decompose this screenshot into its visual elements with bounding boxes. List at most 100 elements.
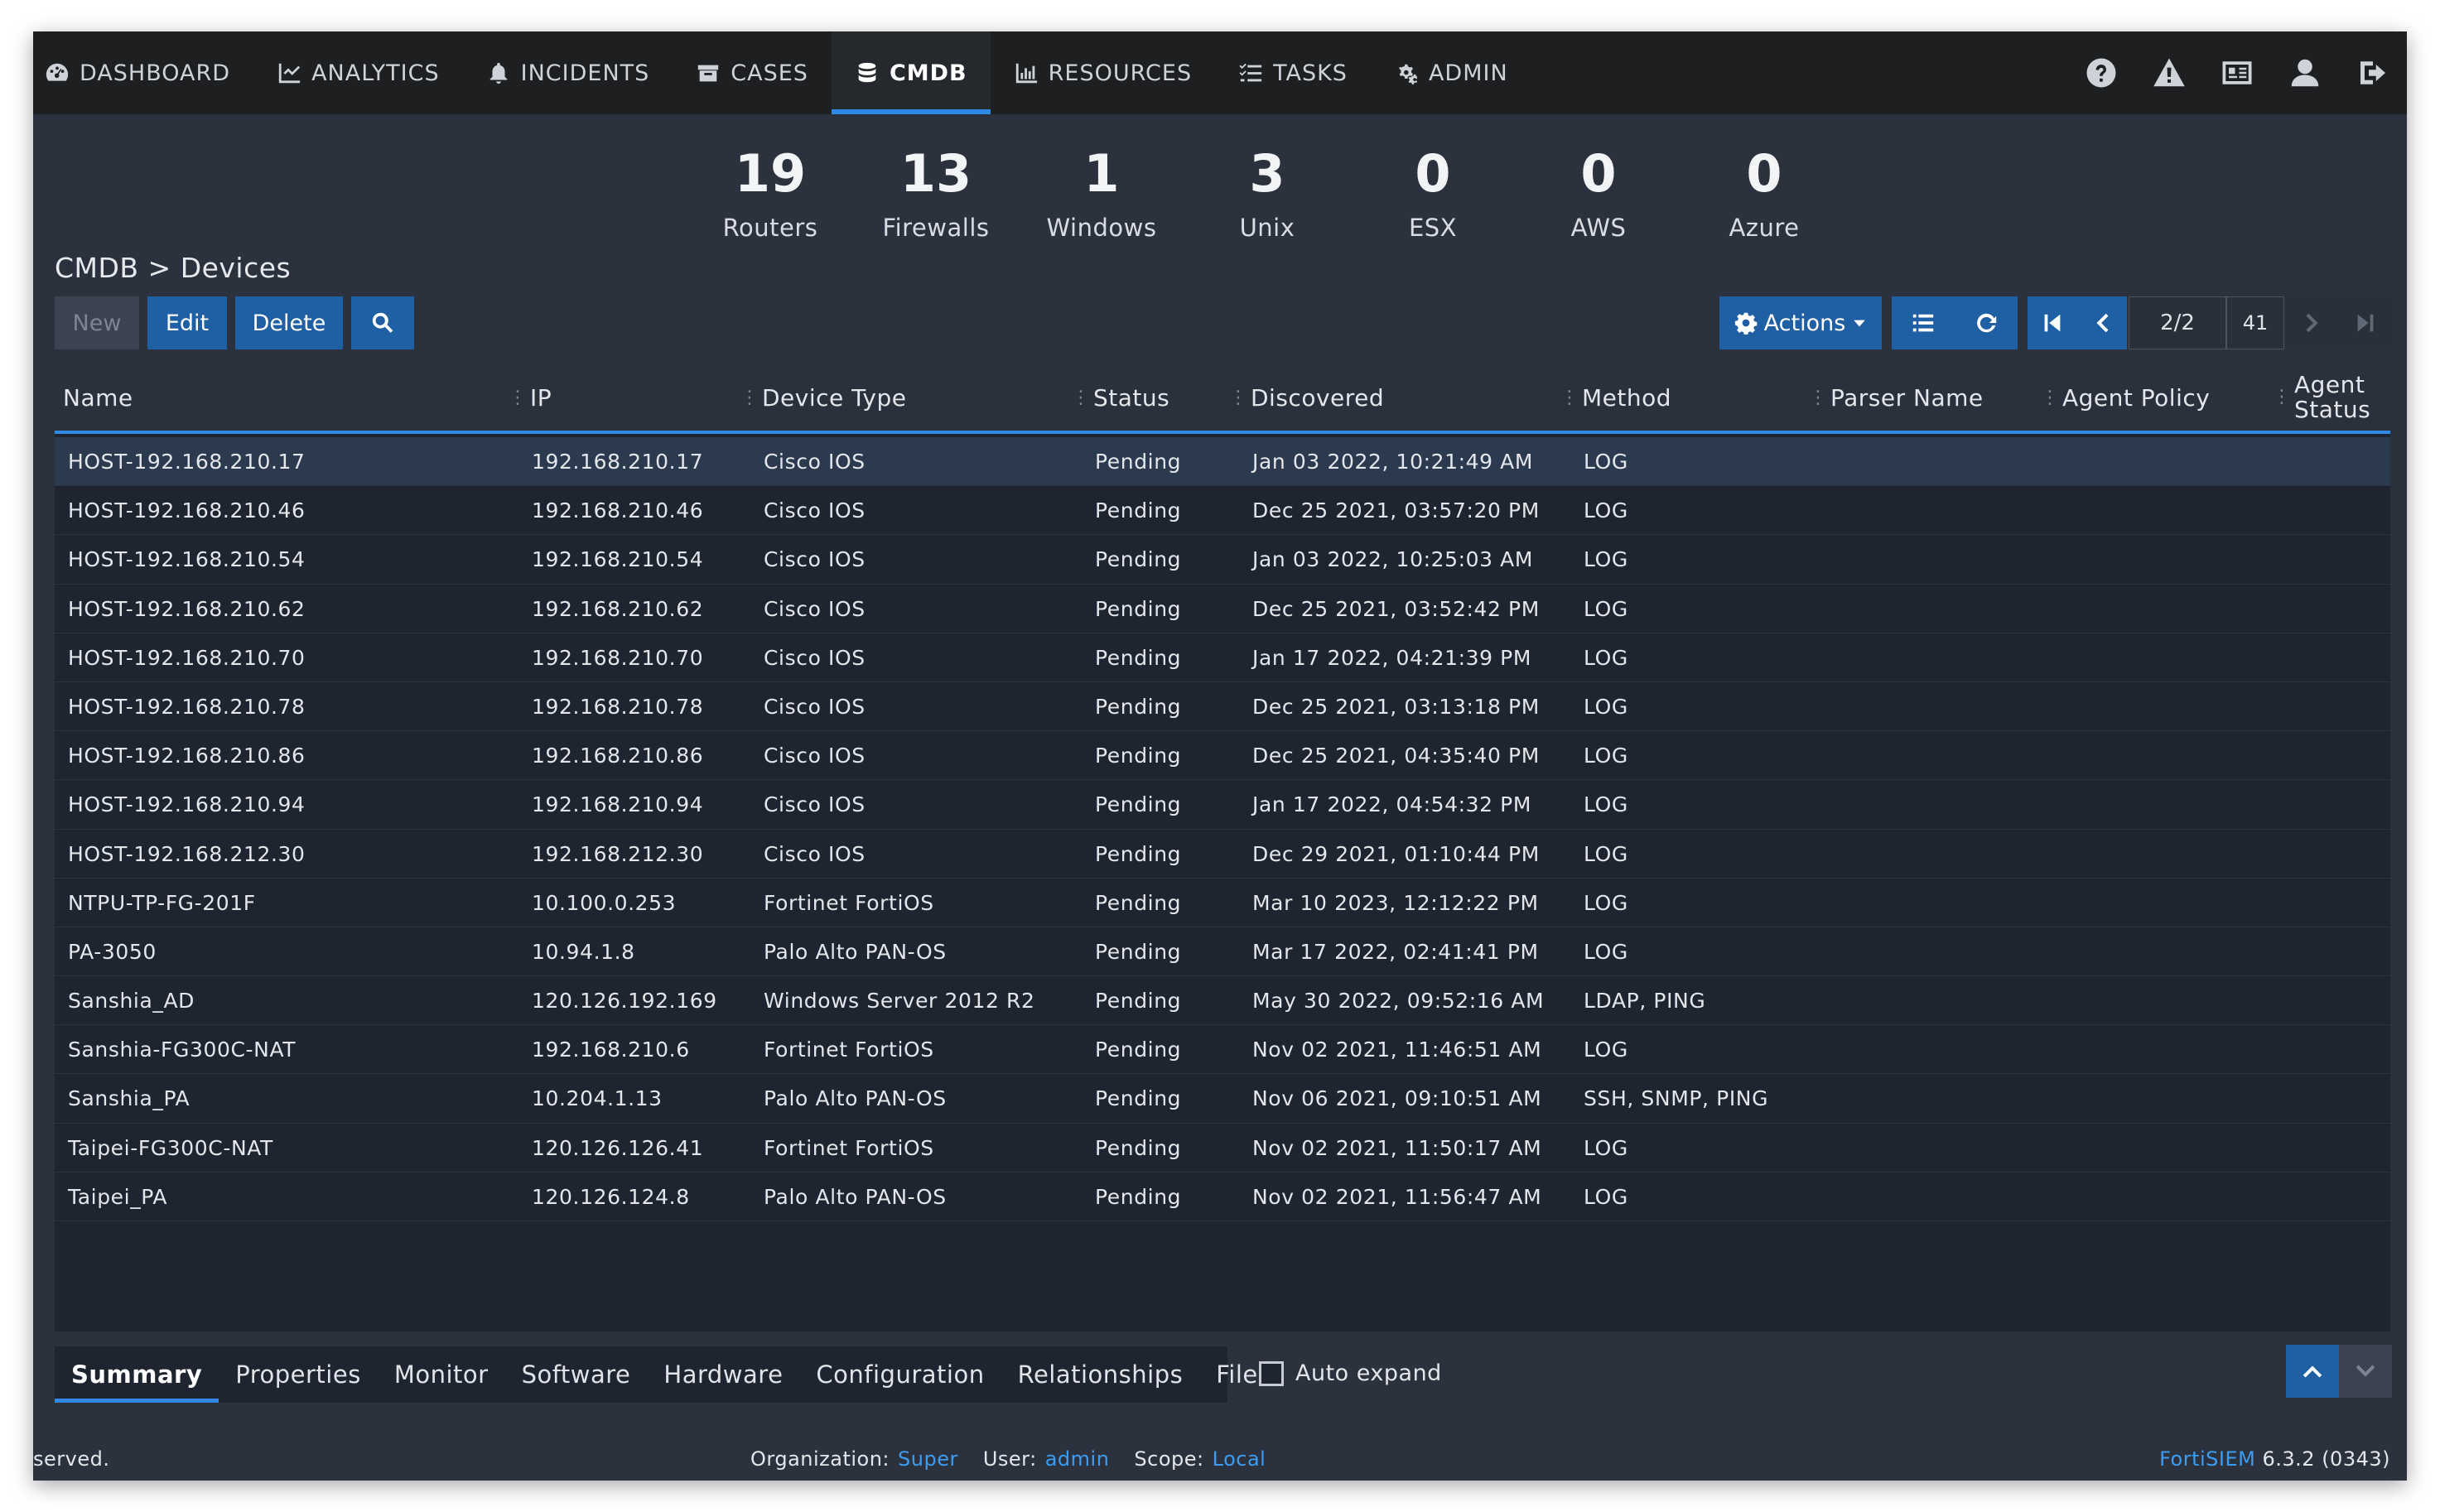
resize-grip-icon[interactable]: ⋮ [1560, 388, 1579, 408]
nav-incidents[interactable]: INCIDENTS [463, 31, 673, 114]
column-header-agent-status[interactable]: ⋮ Agent Status [2273, 364, 2370, 431]
nav-cases[interactable]: CASES [673, 31, 832, 114]
table-row[interactable]: NTPU-TP-FG-201F 10.100.0.253 Fortinet Fo… [55, 879, 2390, 927]
scope-value[interactable]: Local [1213, 1447, 1266, 1471]
total-count: 41 [2226, 296, 2284, 349]
user-button[interactable] [2288, 55, 2322, 90]
nav-cmdb[interactable]: CMDB [831, 31, 991, 114]
table-row[interactable]: PA-3050 10.94.1.8 Palo Alto PAN-OS Pendi… [55, 927, 2390, 977]
stat-windows[interactable]: 1 Windows [1019, 141, 1184, 242]
user-value[interactable]: admin [1045, 1447, 1110, 1471]
column-header-status[interactable]: ⋮ Status [1072, 364, 1169, 431]
column-header-agent-policy[interactable]: ⋮ Agent Policy [2041, 364, 2210, 431]
nav-resources[interactable]: RESOURCES [991, 31, 1215, 114]
stat-aws[interactable]: 0 AWS [1516, 141, 1681, 242]
next-page-button[interactable] [2286, 296, 2339, 349]
edit-button[interactable]: Edit [147, 296, 227, 349]
stat-azure[interactable]: 0 Azure [1681, 141, 1847, 242]
cell-name: HOST-192.168.210.86 [68, 744, 306, 768]
brand-link[interactable]: FortiSIEM [2159, 1447, 2255, 1471]
resize-grip-icon[interactable]: ⋮ [2041, 388, 2059, 408]
resize-grip-icon[interactable]: ⋮ [1072, 388, 1090, 408]
cell-status: Pending [1095, 792, 1182, 817]
table-row[interactable]: HOST-192.168.210.70 192.168.210.70 Cisco… [55, 633, 2390, 682]
table-row[interactable]: Sanshia_AD 120.126.192.169 Windows Serve… [55, 976, 2390, 1026]
cell-name: Taipei_PA [68, 1184, 168, 1209]
cell-device-type: Cisco IOS [764, 744, 866, 768]
list-view-button[interactable] [1892, 296, 1955, 349]
column-header-parser-name[interactable]: ⋮ Parser Name [1809, 364, 1984, 431]
tab-software[interactable]: Software [505, 1346, 648, 1403]
cell-status: Pending [1095, 596, 1182, 621]
stat-routers[interactable]: 19 Routers [687, 141, 853, 242]
table-row[interactable]: Sanshia_PA 10.204.1.13 Palo Alto PAN-OS … [55, 1074, 2390, 1124]
tab-configuration[interactable]: Configuration [799, 1346, 1001, 1403]
expand-panel-button[interactable] [2286, 1345, 2339, 1398]
column-label: Agent Policy [2062, 383, 2211, 412]
table-row[interactable]: HOST-192.168.212.30 192.168.212.30 Cisco… [55, 830, 2390, 879]
table-row[interactable]: HOST-192.168.210.94 192.168.210.94 Cisco… [55, 780, 2390, 830]
help-button[interactable] [2084, 55, 2119, 90]
cell-method: LOG [1584, 694, 1628, 719]
last-page-button[interactable] [2339, 296, 2392, 349]
nav-dashboard[interactable]: DASHBOARD [33, 31, 253, 114]
resize-grip-icon[interactable]: ⋮ [740, 388, 759, 408]
first-page-button[interactable] [2028, 296, 2077, 349]
table-row[interactable]: HOST-192.168.210.62 192.168.210.62 Cisco… [55, 585, 2390, 633]
resize-grip-icon[interactable]: ⋮ [1229, 388, 1247, 408]
actions-label: Actions [1763, 310, 1846, 336]
column-header-ip[interactable]: ⋮ IP [509, 364, 552, 431]
table-row[interactable]: HOST-192.168.210.17 192.168.210.17 Cisco… [55, 437, 2390, 487]
nav-analytics[interactable]: ANALYTICS [253, 31, 463, 114]
column-header-name[interactable]: Name [63, 364, 133, 431]
cell-device-type: Palo Alto PAN-OS [764, 1184, 947, 1209]
stat-unix[interactable]: 3 Unix [1184, 141, 1350, 242]
cell-name: HOST-192.168.210.62 [68, 596, 306, 621]
resize-grip-icon[interactable]: ⋮ [1809, 388, 1827, 408]
page-indicator[interactable]: 2/2 [2129, 296, 2226, 349]
id-card-button[interactable] [2220, 55, 2254, 90]
logout-button[interactable] [2356, 55, 2390, 90]
prev-page-button[interactable] [2077, 296, 2127, 349]
search-button[interactable] [351, 296, 414, 349]
auto-expand-checkbox[interactable] [1259, 1360, 1284, 1386]
org-value[interactable]: Super [898, 1447, 958, 1471]
table-row[interactable]: HOST-192.168.210.46 192.168.210.46 Cisco… [55, 486, 2390, 536]
column-header-discovered[interactable]: ⋮ Discovered [1229, 364, 1384, 431]
actions-dropdown[interactable]: Actions [1719, 296, 1882, 349]
stat-count: 0 [1746, 143, 1782, 204]
nav-tasks[interactable]: TASKS [1215, 31, 1371, 114]
table-row[interactable]: HOST-192.168.210.86 192.168.210.86 Cisco… [55, 731, 2390, 781]
table-row[interactable]: Taipei-FG300C-NAT 120.126.126.41 Fortine… [55, 1124, 2390, 1173]
table-row[interactable]: Sanshia-FG300C-NAT 192.168.210.6 Fortine… [55, 1025, 2390, 1075]
delete-button[interactable]: Delete [235, 296, 343, 349]
tab-properties[interactable]: Properties [219, 1346, 378, 1403]
tab-relationships[interactable]: Relationships [1001, 1346, 1200, 1403]
stat-esx[interactable]: 0 ESX [1350, 141, 1516, 242]
refresh-button[interactable] [1955, 296, 2018, 349]
auto-expand-toggle[interactable]: Auto expand [1259, 1360, 1442, 1386]
stat-firewalls[interactable]: 13 Firewalls [853, 141, 1019, 242]
cell-status: Pending [1095, 1038, 1182, 1062]
cell-ip: 192.168.210.46 [532, 498, 704, 523]
cell-status: Pending [1095, 645, 1182, 670]
resize-grip-icon[interactable]: ⋮ [509, 388, 527, 408]
tab-summary[interactable]: Summary [55, 1346, 219, 1403]
footer-copyright: served. [33, 1447, 110, 1471]
table-row[interactable]: Taipei_PA 120.126.124.8 Palo Alto PAN-OS… [55, 1173, 2390, 1221]
stat-count: 19 [734, 143, 807, 204]
column-header-method[interactable]: ⋮ Method [1560, 364, 1671, 431]
table-row[interactable]: HOST-192.168.210.78 192.168.210.78 Cisco… [55, 682, 2390, 732]
cell-device-type: Cisco IOS [764, 792, 866, 817]
resize-grip-icon[interactable]: ⋮ [2273, 385, 2291, 410]
cell-device-type: Cisco IOS [764, 841, 866, 866]
column-header-device-type[interactable]: ⋮ Device Type [740, 364, 906, 431]
nav-admin[interactable]: ADMIN [1371, 31, 1531, 114]
new-button[interactable]: New [55, 296, 139, 349]
alerts-button[interactable] [2152, 55, 2187, 90]
tab-hardware[interactable]: Hardware [647, 1346, 799, 1403]
collapse-panel-button[interactable] [2339, 1345, 2392, 1398]
tab-monitor[interactable]: Monitor [378, 1346, 505, 1403]
cell-status: Pending [1095, 694, 1182, 719]
table-row[interactable]: HOST-192.168.210.54 192.168.210.54 Cisco… [55, 535, 2390, 585]
